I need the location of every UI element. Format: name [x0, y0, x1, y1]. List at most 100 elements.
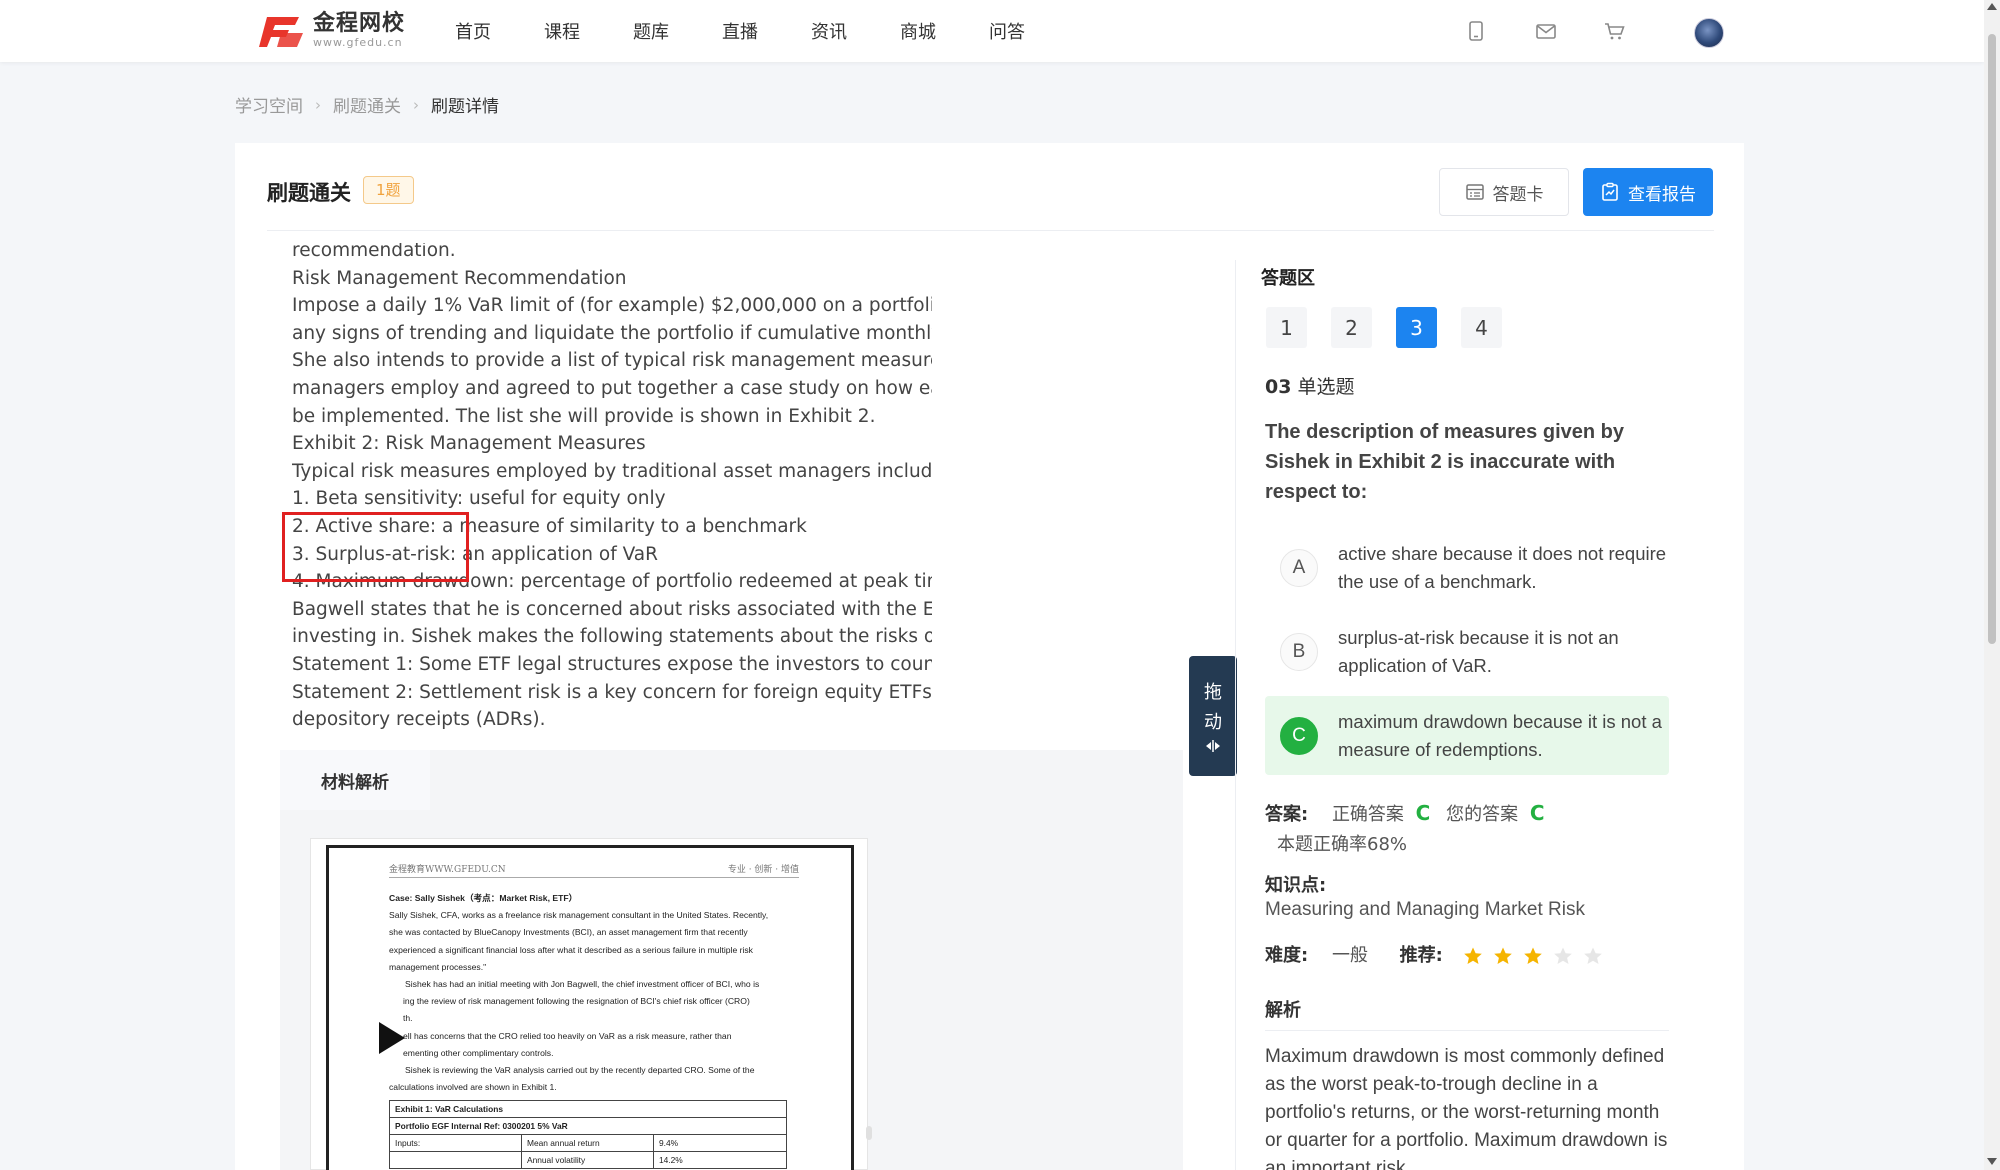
- report-icon: [1602, 182, 1618, 201]
- breadcrumb-study-space[interactable]: 学习空间: [235, 92, 303, 117]
- star-filled-icon: [1463, 947, 1482, 964]
- answer-label: 答案:: [1265, 804, 1309, 825]
- accuracy-rate: 本题正确率68%: [1277, 834, 1408, 855]
- doc-line: Sally Sishek, CFA, works as a freelance …: [389, 910, 769, 921]
- question-number-3[interactable]: 3: [1396, 307, 1437, 348]
- doc-line: Sishek has had an initial meeting with J…: [405, 979, 760, 990]
- nav-mall[interactable]: 商城: [900, 18, 936, 44]
- logo-name: 金程网校: [313, 11, 406, 36]
- material-line: Statement 1: Some ETF legal structures e…: [292, 653, 932, 675]
- material-line: Typical risk measures employed by tradit…: [292, 460, 932, 482]
- material-line: Statement 2: Settlement risk is a key co…: [292, 681, 932, 703]
- drag-handle-char-2: 动: [1204, 712, 1222, 733]
- material-line: any signs of trending and liquidate the …: [292, 322, 932, 344]
- option-text: active share because it does not require…: [1338, 542, 1667, 592]
- tablet-icon[interactable]: [1465, 20, 1487, 42]
- logo-mark-icon: [259, 11, 305, 51]
- doc-line: ementing other complimentary controls.: [403, 1047, 554, 1058]
- your-answer-value: C: [1529, 801, 1545, 825]
- option-letter: C: [1280, 716, 1318, 755]
- page-title: 刷题通关: [267, 181, 351, 205]
- breadcrumb-practice[interactable]: 刷题通关: [333, 92, 401, 117]
- view-report-label: 查看报告: [1628, 184, 1696, 205]
- option-a[interactable]: A active share because it does not requi…: [1265, 528, 1669, 607]
- analysis-title: 解析: [1265, 1000, 1301, 1021]
- option-text: surplus-at-risk because it is not an app…: [1338, 626, 1619, 676]
- question-number-1[interactable]: 1: [1266, 307, 1307, 348]
- analysis-divider: [1265, 1030, 1669, 1031]
- answer-card-label: 答题卡: [1492, 184, 1544, 205]
- option-b[interactable]: B surplus-at-risk because it is not an a…: [1265, 612, 1669, 691]
- table-row: Annual volatility 14.2%: [389, 1151, 787, 1169]
- answer-result-row: 答案: 正确答案 C 您的答案 C: [1265, 800, 1545, 826]
- exhibit-table: Exhibit 1: VaR Calculations Portfolio EG…: [389, 1100, 787, 1169]
- nav-question-bank[interactable]: 题库: [633, 18, 669, 44]
- material-line: Exhibit 2: Risk Management Measures: [292, 433, 646, 455]
- view-report-button[interactable]: 查看报告: [1583, 168, 1713, 216]
- your-answer-label: 您的答案: [1446, 804, 1519, 825]
- nav-courses[interactable]: 课程: [544, 18, 580, 44]
- question-count-badge: 1题: [363, 176, 414, 204]
- question-number-list: 1 2 3 4: [1266, 307, 1526, 348]
- analysis-text: Maximum drawdown is most commonly define…: [1265, 1046, 1668, 1170]
- cart-icon[interactable]: [1604, 20, 1626, 42]
- breadcrumb: 学习空间 › 刷题通关 › 刷题详情: [235, 92, 499, 118]
- nav-live[interactable]: 直播: [722, 18, 758, 44]
- question-index: 03: [1265, 376, 1292, 398]
- doc-line: ing the review of risk management follow…: [403, 996, 750, 1007]
- star-empty-icon: [1553, 947, 1572, 964]
- option-text: maximum drawdown because it is not a mea…: [1338, 710, 1662, 760]
- knowledge-point-label: 知识点:: [1265, 875, 1327, 896]
- material-line: depository receipts (ADRs).: [292, 709, 546, 731]
- doc-line: th.: [403, 1013, 413, 1024]
- doc-line: ell has concerns that the CRO relied too…: [403, 1030, 732, 1041]
- nav-home[interactable]: 首页: [455, 18, 491, 44]
- material-line: managers employ and agreed to put togeth…: [292, 377, 932, 399]
- nav-qa[interactable]: 问答: [989, 18, 1025, 44]
- panel-divider: [1235, 260, 1236, 1170]
- breadcrumb-detail: 刷题详情: [431, 97, 499, 117]
- doc-line: experienced a significant financial loss…: [389, 944, 753, 955]
- card-header: 刷题通关 1题 答题卡 查看报告: [267, 143, 1714, 231]
- difficulty-row: 难度: 一般 推荐:: [1265, 941, 1613, 967]
- red-annotation-box: [282, 512, 469, 582]
- exhibit-title: Exhibit 1: VaR Calculations: [389, 1100, 787, 1118]
- scroll-down-icon[interactable]: [1987, 1158, 1997, 1165]
- question-number-2[interactable]: 2: [1331, 307, 1372, 348]
- question-stem: The description of measures given by Sis…: [1265, 421, 1624, 503]
- material-tab-strip: 材料解析: [280, 750, 1183, 810]
- question-type: 03 单选题: [1265, 372, 1354, 399]
- mail-icon[interactable]: [1535, 20, 1557, 42]
- play-icon[interactable]: [379, 1022, 405, 1054]
- question-number-4[interactable]: 4: [1461, 307, 1502, 348]
- option-letter: A: [1280, 548, 1318, 587]
- chevron-right-icon: ›: [413, 95, 419, 114]
- drag-handle[interactable]: 拖 动: [1189, 656, 1237, 776]
- recommend-stars: [1463, 946, 1613, 966]
- document-page: 金程教育WWW.GFEDU.CN 专业 · 创新 · 增值 Case: Sall…: [326, 845, 854, 1170]
- doc-line: calculations involved are shown in Exhib…: [389, 1082, 557, 1093]
- user-avatar[interactable]: [1694, 18, 1724, 48]
- tab-material-analysis[interactable]: 材料解析: [280, 750, 430, 810]
- material-line: Risk Management Recommendation: [292, 267, 627, 289]
- doc-case-title: Case: Sally Sishek（考点：Market Risk, ETF）: [389, 893, 578, 903]
- preview-scrollbar[interactable]: [866, 1126, 872, 1140]
- doc-line: Sishek is reviewing the VaR analysis car…: [405, 1065, 755, 1076]
- difficulty-value: 一般: [1331, 945, 1368, 966]
- drag-handle-char-1: 拖: [1204, 682, 1222, 703]
- document-body: Case: Sally Sishek（考点：Market Risk, ETF） …: [389, 890, 797, 1096]
- document-header: 金程教育WWW.GFEDU.CN 专业 · 创新 · 增值: [389, 862, 799, 878]
- page-scrollbar[interactable]: [1984, 0, 2000, 1170]
- nav-news[interactable]: 资讯: [811, 18, 847, 44]
- document-preview[interactable]: 金程教育WWW.GFEDU.CN 专业 · 创新 · 增值 Case: Sall…: [310, 838, 868, 1170]
- exhibit-subtitle: Portfolio EGF Internal Ref: 0300201 5% V…: [389, 1117, 787, 1135]
- site-logo[interactable]: 金程网校 www.gfedu.cn: [259, 9, 405, 53]
- material-line: Bagwell states that he is concerned abou…: [292, 598, 932, 620]
- material-text-panel[interactable]: recommendation. Risk Management Recommend…: [292, 243, 932, 743]
- answer-card-button[interactable]: 答题卡: [1439, 168, 1569, 216]
- option-c[interactable]: C maximum drawdown because it is not a m…: [1265, 696, 1669, 775]
- scroll-up-icon[interactable]: [1987, 3, 1997, 10]
- star-filled-icon: [1523, 947, 1542, 964]
- option-letter: B: [1280, 632, 1318, 671]
- scrollbar-thumb[interactable]: [1988, 34, 1996, 644]
